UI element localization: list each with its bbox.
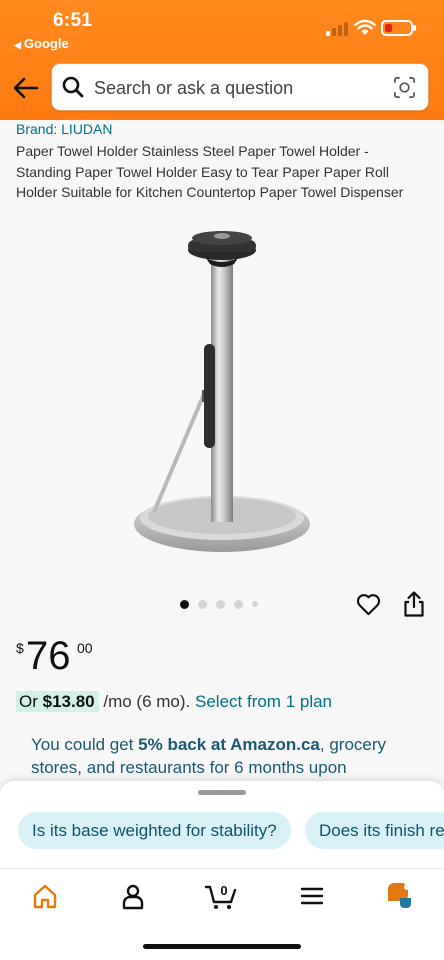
suggestion-chip[interactable]: Does its finish re (305, 812, 444, 849)
product-image[interactable] (120, 222, 330, 562)
product-title: Paper Towel Holder Stainless Steel Paper… (16, 143, 404, 200)
sheet-grabber[interactable] (198, 790, 246, 795)
status-time: 6:51 (53, 10, 93, 31)
search-input[interactable]: Search or ask a question (51, 63, 429, 111)
suggestion-chip[interactable]: Is its base weighted for stability? (18, 812, 291, 849)
menu-icon[interactable] (297, 881, 327, 911)
price-whole: 76 (26, 634, 71, 678)
back-triangle-icon: ◀ (14, 40, 21, 50)
heart-icon[interactable] (356, 592, 381, 617)
camera-search-icon[interactable] (393, 76, 416, 99)
cart-count: 0 (220, 883, 227, 898)
image-carousel-dots[interactable] (180, 598, 258, 610)
rufus-icon[interactable] (384, 881, 414, 911)
cart-icon[interactable]: 0 (204, 881, 240, 911)
search-icon (62, 76, 84, 98)
home-icon[interactable] (30, 881, 60, 911)
carousel-dot[interactable] (234, 599, 243, 609)
price-currency: $ (16, 640, 24, 656)
share-icon[interactable] (402, 590, 426, 618)
cellular-signal-icon (326, 22, 350, 36)
rewards-promo[interactable]: You could get 5% back at Amazon.ca, groc… (31, 733, 426, 779)
back-app-label: Google (23, 36, 69, 51)
battery-icon (381, 20, 416, 36)
header-bar: 6:51 ◀ Google Search or ask a question (0, 0, 444, 120)
carousel-dot[interactable] (180, 599, 189, 609)
suggestions-sheet: Is its base weighted for stability? Does… (0, 781, 444, 871)
account-icon[interactable] (118, 881, 148, 911)
installment-term: /mo (6 mo). (103, 692, 191, 711)
promo-bold: 5% back at Amazon.ca (138, 735, 320, 754)
carousel-dot[interactable] (252, 601, 258, 607)
select-plan-link[interactable]: Select from 1 plan (195, 692, 332, 711)
brand-link[interactable]: Brand: LIUDAN (16, 121, 112, 137)
installment-prefix: Or (19, 692, 38, 711)
installment-amount: $13.80 (42, 692, 95, 711)
installment-line: Or $13.80 /mo (6 mo). Select from 1 plan (16, 691, 332, 712)
wifi-icon (354, 19, 376, 35)
back-arrow-icon[interactable] (12, 74, 40, 102)
promo-prefix: You could get (31, 735, 134, 754)
carousel-dot[interactable] (216, 599, 225, 609)
search-placeholder: Search or ask a question (94, 78, 294, 98)
back-to-app-link[interactable]: ◀ Google (14, 36, 69, 51)
home-indicator (143, 944, 301, 949)
carousel-dot[interactable] (198, 599, 207, 609)
installment-highlight: Or $13.80 (16, 691, 99, 712)
price-fraction: 00 (77, 640, 93, 656)
